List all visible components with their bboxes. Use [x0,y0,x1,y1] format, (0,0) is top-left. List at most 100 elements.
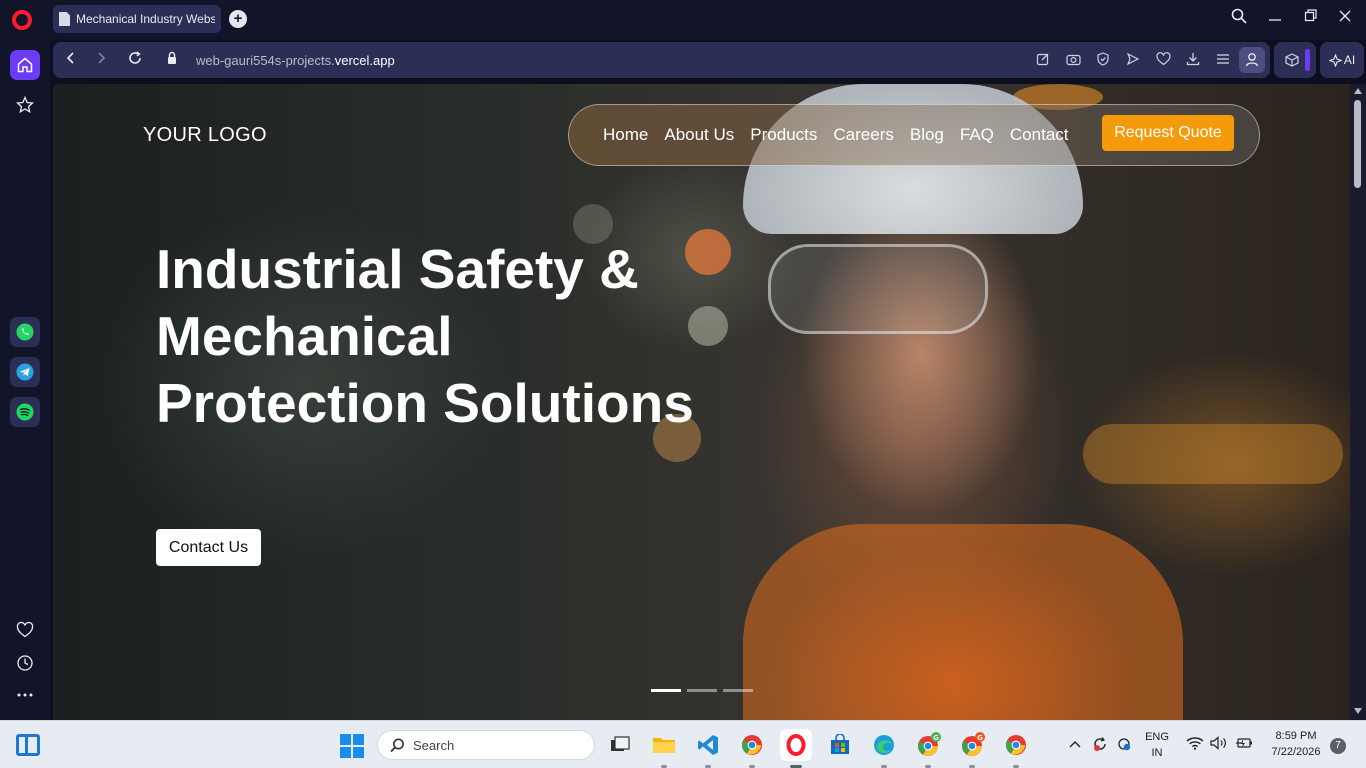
wifi-icon[interactable] [1186,736,1204,753]
sidebar-telegram[interactable] [10,357,40,387]
contact-us-button[interactable]: Contact Us [156,529,261,566]
address-bar: web-gauri554s-projects.vercel.app [53,42,1270,78]
restore-icon[interactable] [1299,8,1323,29]
clock-date[interactable]: 7/22/2026 [1263,746,1329,758]
new-tab-button[interactable]: + [229,10,247,28]
spotify-icon [16,403,34,421]
nav-blog[interactable]: Blog [910,125,944,145]
extensions-button[interactable] [1274,42,1316,78]
microsoft-store-icon[interactable] [826,731,854,759]
sidebar-more[interactable] [10,680,40,710]
windows-taskbar: Search G G ENG IN 8:59 PM 7/22/2026 7 [0,720,1366,768]
chrome-profile-g2-icon[interactable]: G [958,731,986,759]
ai-button[interactable]: AI [1320,42,1364,78]
chevron-up-icon[interactable] [1069,736,1081,752]
reload-icon[interactable] [125,51,145,70]
nav-about-us[interactable]: About Us [664,125,734,145]
volume-icon[interactable] [1210,736,1228,753]
scroll-thumb[interactable] [1354,100,1361,188]
sidebar-whatsapp[interactable] [10,317,40,347]
carousel-dot-2[interactable] [687,689,717,692]
opera-logo-icon[interactable] [12,10,32,30]
tab-mechanical-industry[interactable]: Mechanical Industry Website [53,5,221,33]
sidebar-indicator [1305,49,1310,71]
site-logo[interactable]: YOUR LOGO [143,124,267,147]
language-top[interactable]: ENG [1142,731,1172,743]
carousel-dots [651,689,753,692]
heart-icon [16,621,34,638]
history-icon [17,655,33,671]
scroll-up-icon [1354,88,1362,94]
nav-products[interactable]: Products [750,125,817,145]
battery-icon[interactable] [1235,736,1253,753]
safety-goggles-shape [768,244,988,334]
star-icon [16,96,34,114]
hero-title: Industrial Safety & Mechanical Protectio… [156,238,694,434]
vscode-icon[interactable] [694,731,722,759]
page-icon [59,12,70,26]
sync-alert-icon[interactable] [1091,735,1109,756]
notification-badge[interactable]: 7 [1330,738,1346,754]
ai-label: AI [1343,53,1356,67]
home-icon [17,57,33,73]
send-icon[interactable] [1124,52,1142,69]
search-icon [390,738,404,752]
file-explorer-icon[interactable] [650,731,678,759]
heart-icon[interactable] [1154,52,1172,69]
shield-icon[interactable] [1094,52,1112,69]
sidebar-speed-dial[interactable] [10,90,40,120]
edit-icon[interactable] [1034,52,1052,69]
url-domain: vercel.app [334,53,395,68]
widgets-icon[interactable] [16,734,40,756]
web-page-viewport: YOUR LOGO Home About Us Products Careers… [53,84,1350,720]
carousel-dot-3[interactable] [723,689,753,692]
sidebar-favorites[interactable] [10,615,40,645]
edge-icon[interactable] [870,731,898,759]
browser-sidebar [0,40,50,720]
url-text[interactable]: web-gauri554s-projects.vercel.app [196,53,395,68]
update-icon[interactable] [1116,735,1132,756]
back-icon[interactable] [61,51,81,70]
sidebar-spotify[interactable] [10,397,40,427]
site-navigation: Home About Us Products Careers Blog FAQ … [568,104,1260,166]
easy-setup-icon[interactable] [1214,52,1232,69]
nav-links: Home About Us Products Careers Blog FAQ … [603,125,1069,145]
language-bottom[interactable]: IN [1142,747,1172,759]
opera-taskbar-icon[interactable] [780,729,812,761]
chrome-profile-g-icon[interactable]: G [914,731,942,759]
sidebar-history[interactable] [10,648,40,678]
svg-text:G: G [977,734,983,742]
nav-faq[interactable]: FAQ [960,125,994,145]
svg-text:G: G [933,734,939,742]
scroll-down-icon [1354,708,1362,714]
taskbar-search[interactable]: Search [377,730,595,760]
minimize-icon[interactable] [1263,8,1287,29]
download-icon[interactable] [1184,52,1202,69]
nav-careers[interactable]: Careers [833,125,893,145]
chrome-profile-3-icon[interactable] [1002,731,1030,759]
chrome-icon[interactable] [738,731,766,759]
request-quote-button[interactable]: Request Quote [1102,115,1234,151]
task-view-icon[interactable] [606,731,634,759]
url-prefix: web-gauri554s-projects. [196,53,335,68]
windows-start-icon[interactable] [340,734,364,758]
nav-contact[interactable]: Contact [1010,125,1069,145]
lock-icon[interactable] [162,51,182,70]
carousel-dot-1[interactable] [651,689,681,692]
whatsapp-icon [16,323,34,341]
tab-title: Mechanical Industry Website [76,12,215,26]
clock-time[interactable]: 8:59 PM [1263,730,1329,742]
sidebar-home[interactable] [10,50,40,80]
profile-icon[interactable] [1239,47,1265,73]
forward-icon[interactable] [91,51,111,70]
page-scrollbar[interactable] [1350,84,1366,720]
nav-home[interactable]: Home [603,125,648,145]
background-pipe [1083,424,1343,484]
camera-icon[interactable] [1064,52,1082,69]
telegram-icon [16,363,34,381]
search-tabs-icon[interactable] [1227,8,1251,29]
close-icon[interactable] [1333,8,1357,29]
safety-vest-shape [743,524,1183,720]
more-icon [17,693,33,697]
browser-title-bar: Mechanical Industry Website + [0,0,1366,40]
